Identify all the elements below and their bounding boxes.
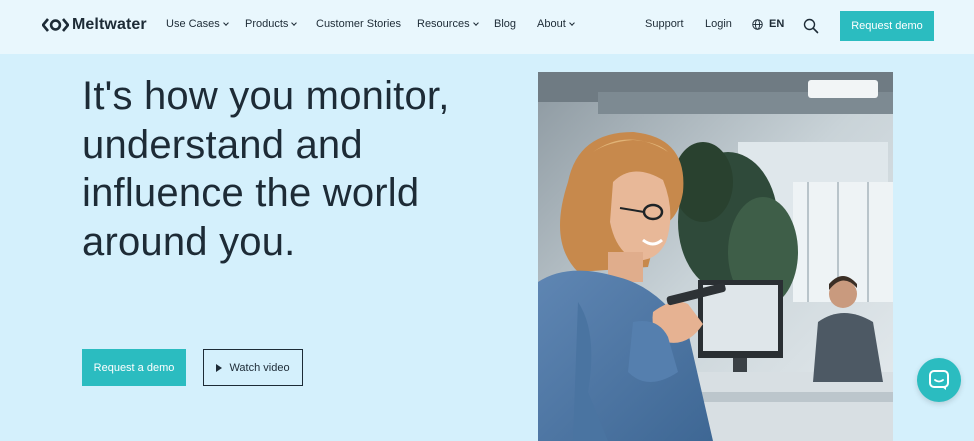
nav-item-products[interactable]: Products <box>245 18 298 30</box>
globe-icon <box>752 18 763 30</box>
meltwater-logo-icon <box>42 18 69 32</box>
chevron-down-icon <box>222 19 229 26</box>
hero-photo <box>538 72 893 441</box>
language-label: EN <box>769 18 785 30</box>
nav-support-link[interactable]: Support <box>645 18 684 30</box>
nav-item-label: Customer Stories <box>316 18 401 30</box>
watch-video-button[interactable]: Watch video <box>203 349 303 386</box>
brand-name: Meltwater <box>72 16 147 33</box>
watch-video-label: Watch video <box>229 361 290 374</box>
chat-icon <box>929 370 949 390</box>
request-a-demo-button[interactable]: Request a demo <box>82 349 186 386</box>
nav-item-resources[interactable]: Resources <box>417 18 479 30</box>
chevron-down-icon <box>568 19 575 26</box>
nav-item-customer-stories[interactable]: Customer Stories <box>316 18 401 30</box>
nav-item-label: Resources <box>417 18 470 30</box>
office-photo-illustration <box>538 72 893 441</box>
chevron-down-icon <box>291 19 298 26</box>
chevron-down-icon <box>472 19 479 26</box>
hero-headline: It's how you monitor, understand and inf… <box>82 74 450 264</box>
top-navigation: Meltwater Use Cases Products Customer St… <box>0 0 974 54</box>
nav-item-label: Products <box>245 18 289 30</box>
language-selector[interactable]: EN <box>752 18 784 30</box>
nav-item-label: About <box>537 18 566 30</box>
nav-item-label: Use Cases <box>166 18 220 30</box>
meltwater-logo[interactable]: Meltwater <box>42 16 147 34</box>
request-demo-button[interactable]: Request demo <box>840 11 934 41</box>
search-icon[interactable] <box>803 18 819 34</box>
play-icon <box>216 363 223 372</box>
nav-login-link[interactable]: Login <box>705 18 732 30</box>
nav-item-about[interactable]: About <box>537 18 575 30</box>
nav-item-label: Blog <box>494 18 517 30</box>
chat-widget-button[interactable] <box>917 358 961 402</box>
nav-item-use-cases[interactable]: Use Cases <box>166 18 229 30</box>
nav-item-blog[interactable]: Blog <box>494 18 516 30</box>
